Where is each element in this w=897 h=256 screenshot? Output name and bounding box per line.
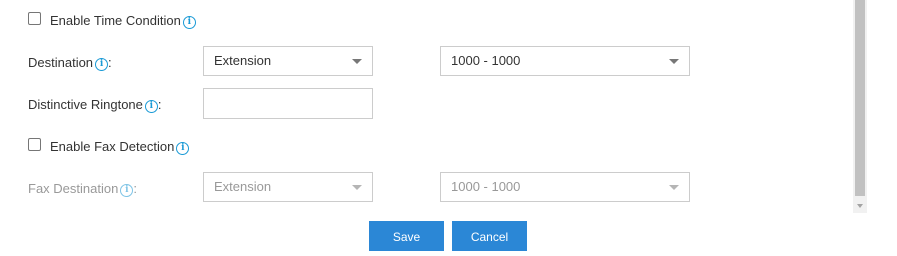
destination-target-select[interactable]: 1000 - 1000 [440, 46, 690, 76]
info-icon[interactable]: i [182, 16, 196, 29]
chevron-down-icon [352, 59, 362, 64]
fax-destination-type-select: Extension [203, 172, 373, 202]
destination-label: Destination [28, 55, 94, 70]
destination-type-value: Extension [214, 53, 272, 68]
destination-row-label: Destination i: [28, 55, 112, 71]
label-colon: : [157, 97, 162, 112]
fax-destination-row-label: Fax Destination i: [28, 181, 137, 197]
info-icon[interactable]: i [176, 142, 190, 155]
label-colon: : [108, 55, 112, 70]
fax-detection-row: Enable Fax Detection i [50, 139, 190, 155]
destination-target-value: 1000 - 1000 [451, 53, 521, 68]
fax-destination-target-value: 1000 - 1000 [451, 179, 521, 194]
cancel-button[interactable]: Cancel [452, 221, 527, 251]
time-condition-checkbox[interactable] [28, 12, 41, 25]
time-condition-row: Enable Time Condition i [50, 13, 196, 29]
scroll-down-arrow-icon[interactable] [857, 204, 863, 208]
fax-detection-checkbox[interactable] [28, 138, 41, 151]
extension-form: Enable Time Condition i Destination i: Ext… [0, 0, 897, 256]
time-condition-label: Enable Time Condition [50, 13, 181, 28]
fax-detection-label: Enable Fax Detection [50, 139, 175, 154]
fax-destination-target-select: 1000 - 1000 [440, 172, 690, 202]
info-icon[interactable]: i [120, 184, 134, 197]
destination-type-select[interactable]: Extension [203, 46, 373, 76]
fax-destination-type-value: Extension [214, 179, 272, 194]
info-icon[interactable]: i [144, 100, 158, 113]
chevron-down-icon [352, 185, 362, 190]
ringtone-input[interactable] [203, 88, 373, 119]
vertical-scrollbar[interactable] [853, 0, 867, 213]
info-icon[interactable]: i [95, 58, 109, 71]
save-button[interactable]: Save [369, 221, 444, 251]
ringtone-label: Distinctive Ringtone [28, 97, 143, 112]
scrollbar-thumb[interactable] [855, 0, 865, 196]
fax-destination-label: Fax Destination [28, 181, 119, 196]
chevron-down-icon [669, 59, 679, 64]
chevron-down-icon [669, 185, 679, 190]
label-colon: : [133, 181, 137, 196]
ringtone-row-label: Distinctive Ringtone i: [28, 97, 162, 113]
